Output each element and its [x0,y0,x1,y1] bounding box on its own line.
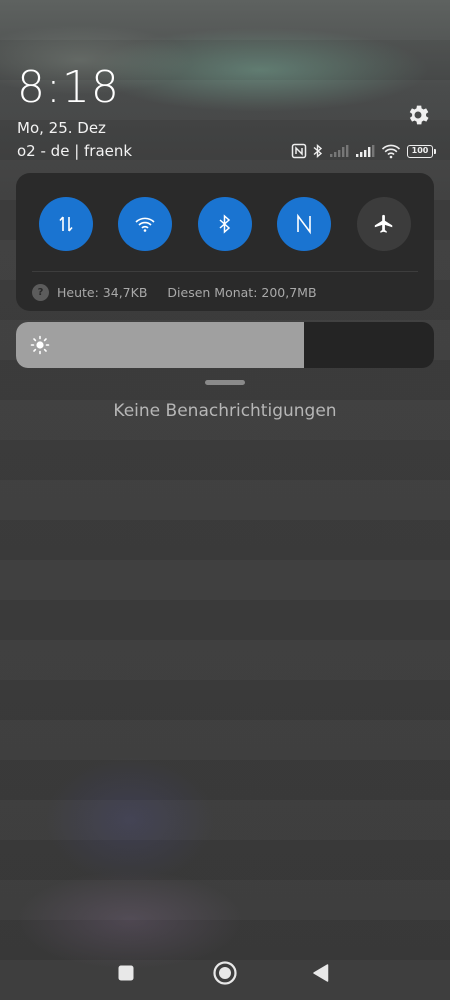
status-header: 8:18 Mo, 25. Dez o2 - de | fraenk 100 [17,62,436,172]
signal-icon [330,145,349,157]
recents-button[interactable] [108,955,144,991]
brightness-fill [16,322,305,368]
quick-settings-panel: ? Heute: 34,7KB Diesen Monat: 200,7MB [16,173,434,311]
no-notifications-text: Keine Benachrichtigungen [113,401,337,421]
date[interactable]: Mo, 25. Dez [17,119,106,137]
navigation-bar [0,955,450,991]
data-usage[interactable]: ? Heute: 34,7KB Diesen Monat: 200,7MB [32,281,317,303]
nfc-icon [297,213,311,235]
tile-mobile-data[interactable] [39,197,93,251]
airplane-icon [374,214,393,233]
bluetooth-icon [219,214,231,234]
battery-icon: 100 [407,144,436,158]
tile-nfc[interactable] [277,197,331,251]
gear-icon[interactable] [405,102,431,128]
question-icon: ? [32,283,49,301]
home-button[interactable] [207,955,243,991]
status-icons: 100 [291,142,436,160]
back-button[interactable] [303,955,339,991]
bluetooth-icon [313,143,323,159]
divider [32,271,418,272]
data-usage-today: Heute: 34,7KB [57,284,148,300]
tile-airplane-mode[interactable] [357,197,411,251]
home-circle-icon [213,961,237,985]
carrier-label: o2 - de | fraenk [17,142,133,160]
drag-handle[interactable] [205,380,245,385]
quick-settings-tiles [16,197,434,251]
brightness-slider[interactable] [16,322,434,368]
mobile-data-icon [59,216,73,232]
clock[interactable]: 8:18 [17,62,120,113]
wifi-icon [381,144,401,159]
data-usage-month: Diesen Monat: 200,7MB [167,284,317,300]
sun-icon [30,335,50,355]
nfc-icon [291,143,307,159]
back-triangle-icon [313,964,329,982]
square-icon [118,965,134,981]
wifi-icon [135,217,155,232]
tile-wifi[interactable] [118,197,172,251]
tile-bluetooth[interactable] [198,197,252,251]
signal-icon [356,145,375,157]
